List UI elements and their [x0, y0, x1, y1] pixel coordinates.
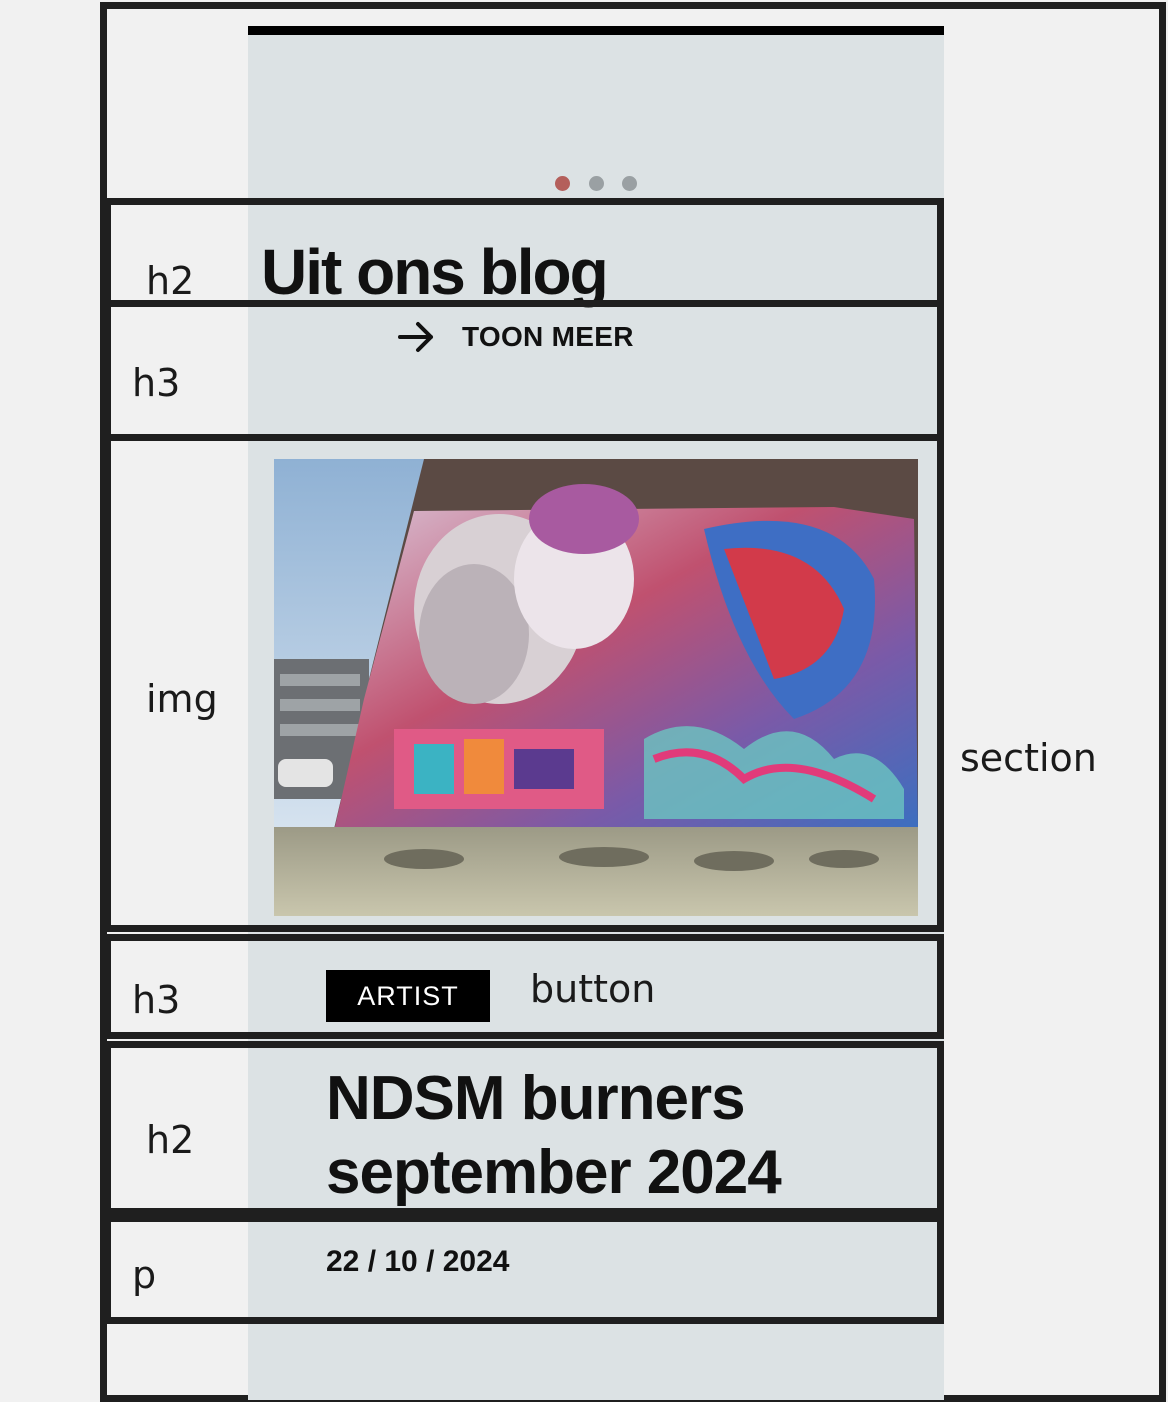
post-date: 22 / 10 / 2024 [326, 1245, 510, 1278]
h3-badge-outline [104, 934, 944, 1039]
graffiti-mural-image [274, 459, 918, 916]
show-more-label: TOON MEER [462, 321, 634, 352]
post-title[interactable]: NDSM burners september 2024 [326, 1062, 926, 1211]
blog-section-title: Uit ons blog [261, 236, 609, 308]
section-tag-label: section [960, 736, 1097, 780]
p-tag-label: p [132, 1253, 157, 1297]
carousel-dot-active[interactable] [555, 176, 570, 191]
h3-badge-tag-label: h3 [132, 978, 181, 1022]
carousel-dot[interactable] [589, 176, 604, 191]
show-more-link[interactable]: TOON MEER [398, 320, 634, 354]
category-badge[interactable]: ARTIST [326, 970, 490, 1022]
carousel-dot[interactable] [622, 176, 637, 191]
button-tag-label: button [530, 967, 656, 1011]
h2-tag-label: h2 [146, 259, 195, 303]
arrow-right-icon [398, 322, 433, 352]
page-top-bar [248, 26, 944, 35]
h3-tag-label: h3 [132, 361, 181, 405]
blog-post-image[interactable] [274, 459, 918, 916]
p-date-outline [104, 1215, 944, 1324]
h2-post-tag-label: h2 [146, 1118, 195, 1162]
img-tag-label: img [146, 677, 218, 721]
